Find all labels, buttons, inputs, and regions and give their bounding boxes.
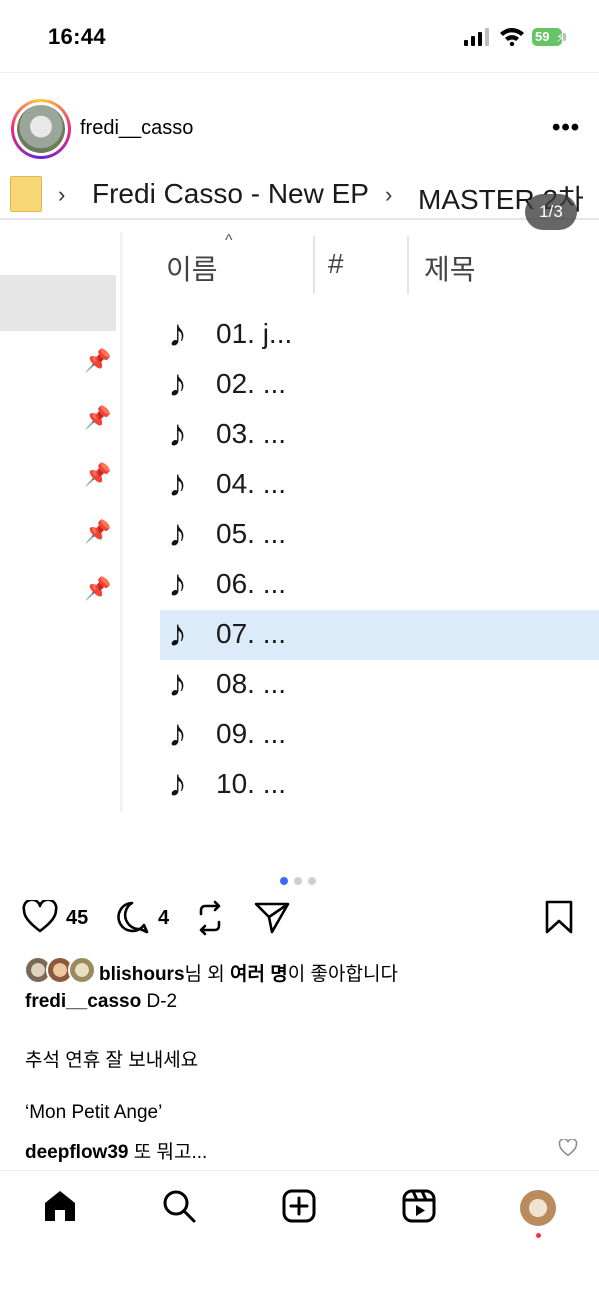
liker-username[interactable]: blishours — [99, 964, 185, 985]
likes-text: 님 외 — [184, 964, 231, 985]
comment-username[interactable]: deepflow39 — [25, 1142, 128, 1163]
sidebar-selected-item — [0, 275, 116, 331]
file-row: ♪ 08. ... — [160, 660, 599, 710]
status-time: 16:44 — [48, 24, 106, 49]
comment-icon[interactable] — [115, 900, 151, 934]
reels-icon[interactable] — [401, 1188, 437, 1224]
file-row: ♪ 09. ... — [160, 710, 599, 760]
folder-icon — [10, 176, 42, 212]
file-row: ♪ 06. ... — [160, 560, 599, 610]
pin-icon: 📌 — [84, 405, 112, 430]
file-name: 05. ... — [216, 518, 287, 549]
caption-username[interactable]: fredi__casso — [25, 991, 141, 1012]
column-title: 제목 — [424, 254, 476, 285]
file-name: 03. ... — [216, 418, 287, 449]
carousel-dot — [308, 877, 316, 885]
comment-text: 또 뭐고... — [133, 1142, 208, 1163]
music-note-icon: ♪ — [168, 363, 187, 405]
file-name: 08. ... — [216, 668, 287, 699]
pin-icon: 📌 — [84, 348, 112, 373]
file-name: 10. ... — [216, 768, 287, 799]
home-icon[interactable] — [42, 1188, 78, 1224]
pin-icon: 📌 — [84, 519, 112, 544]
music-note-icon: ♪ — [168, 513, 187, 555]
chevron-right-icon: › — [58, 182, 66, 207]
music-note-icon: ♪ — [168, 613, 187, 655]
profile-avatar[interactable] — [520, 1190, 556, 1226]
column-divider — [313, 236, 315, 294]
pin-icon: 📌 — [84, 462, 112, 487]
notification-dot — [536, 1233, 541, 1238]
sidebar-border — [120, 232, 123, 812]
create-icon[interactable] — [281, 1188, 317, 1224]
pin-icon: 📌 — [84, 576, 112, 601]
music-note-icon: ♪ — [168, 413, 187, 455]
carousel-dot — [294, 877, 302, 885]
repost-icon[interactable] — [193, 900, 227, 936]
music-note-icon: ♪ — [168, 663, 187, 705]
file-name: 02. ... — [216, 368, 287, 399]
file-row: ♪ 01. j... — [160, 310, 599, 360]
more-options-icon[interactable]: ••• — [552, 116, 580, 140]
bookmark-icon[interactable] — [544, 900, 574, 934]
music-note-icon: ♪ — [168, 713, 187, 755]
carousel-indicator — [280, 872, 322, 890]
divider — [0, 1170, 599, 1171]
caption-line: ‘Mon Petit Ange’ — [25, 1102, 163, 1123]
caption: fredi__casso D-2 — [25, 991, 177, 1013]
wifi-icon — [500, 28, 524, 46]
column-name: 이름 — [166, 254, 218, 285]
liker-avatar[interactable] — [68, 956, 96, 984]
carousel-dot-active — [280, 877, 288, 885]
image-counter: 1/3 — [525, 194, 577, 230]
breadcrumb-folder: Fredi Casso - New EP — [92, 178, 369, 209]
comment-like-icon[interactable] — [558, 1139, 578, 1157]
file-row: ♪ 05. ... — [160, 510, 599, 560]
cellular-signal-icon — [464, 28, 489, 46]
explorer-path-bar: › Fredi Casso - New EP › MASTER 2차 — [0, 172, 599, 220]
caption-line: 추석 연휴 잘 보내세요 — [25, 1050, 199, 1071]
file-row: ♪ 04. ... — [160, 460, 599, 510]
story-avatar[interactable] — [11, 99, 71, 159]
sort-caret-icon: ^ — [225, 232, 233, 249]
file-name: 06. ... — [216, 568, 287, 599]
file-row: ♪ 02. ... — [160, 360, 599, 410]
music-note-icon: ♪ — [168, 463, 187, 505]
file-row: ♪ 10. ... — [160, 760, 599, 810]
caption-text: D-2 — [146, 991, 178, 1012]
status-bar: 16:44 59 ⚡ — [0, 0, 599, 72]
send-icon[interactable] — [254, 900, 290, 934]
post-username[interactable]: fredi__casso — [80, 117, 193, 140]
search-icon[interactable] — [161, 1188, 197, 1224]
file-name: 09. ... — [216, 718, 287, 749]
charging-bolt-icon: ⚡ — [556, 30, 566, 45]
likes-text: 이 좋아합니다 — [287, 964, 398, 985]
music-note-icon: ♪ — [168, 763, 187, 805]
file-row-selected: ♪ 07. ... — [160, 610, 599, 660]
likes-others[interactable]: 여러 명 — [230, 964, 288, 985]
column-number: # — [328, 248, 344, 279]
divider — [0, 72, 599, 73]
music-note-icon: ♪ — [168, 563, 187, 605]
column-divider — [407, 236, 409, 294]
file-name: 04. ... — [216, 468, 287, 499]
post-image[interactable]: › Fredi Casso - New EP › MASTER 2차 1/3 ^… — [0, 172, 599, 860]
likes-count[interactable]: 45 — [66, 907, 88, 930]
music-note-icon: ♪ — [168, 313, 187, 355]
likes-summary[interactable]: blishours님 외 여러 명이 좋아합니다 — [99, 959, 398, 986]
comments-count[interactable]: 4 — [158, 907, 169, 930]
file-name: 07. ... — [216, 618, 287, 649]
comment-preview[interactable]: deepflow39 또 뭐고... — [25, 1137, 207, 1164]
file-name: 01. j... — [216, 318, 293, 349]
file-row: ♪ 03. ... — [160, 410, 599, 460]
avatar-image — [17, 105, 65, 153]
heart-icon[interactable] — [22, 900, 58, 934]
chevron-right-icon: › — [385, 182, 393, 207]
